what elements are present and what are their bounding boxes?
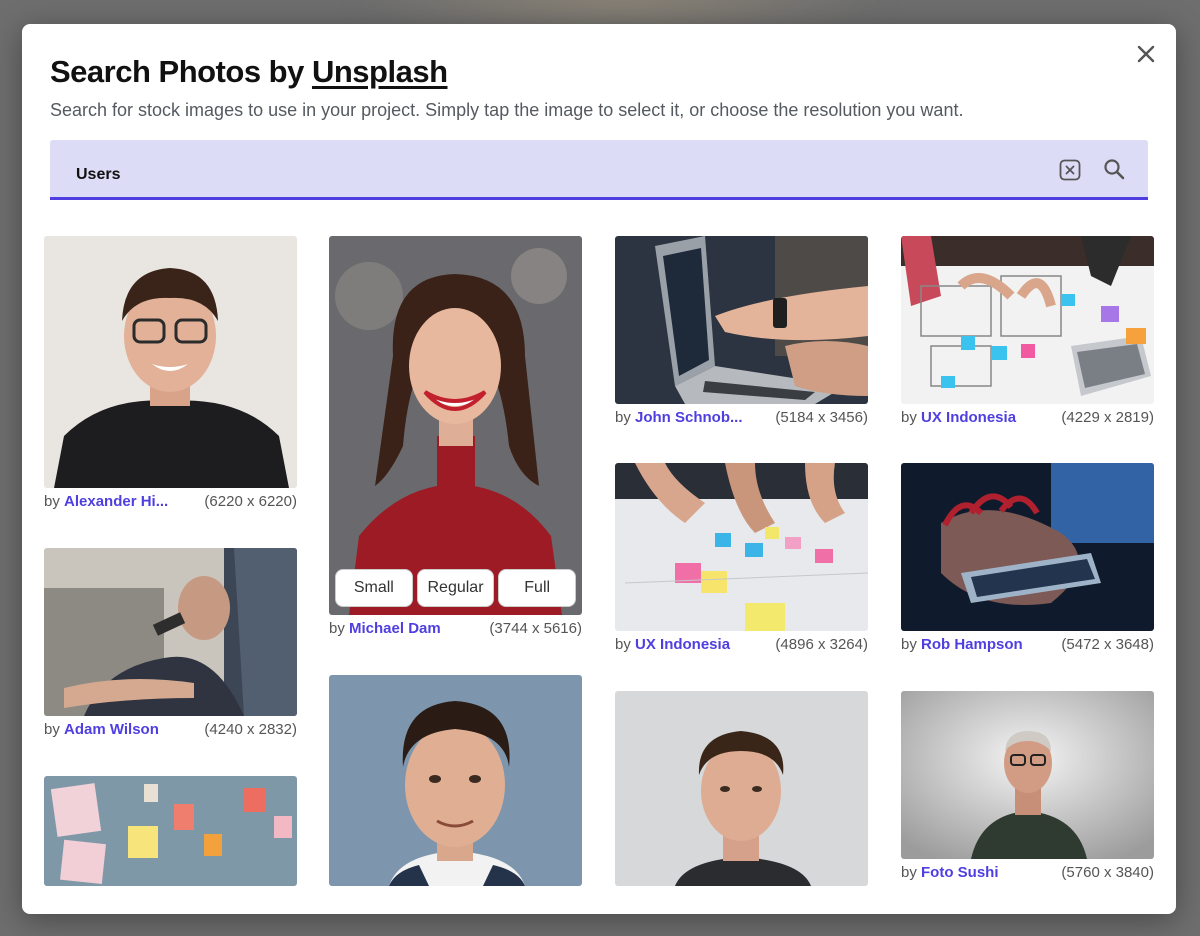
photo-image[interactable] <box>329 675 582 886</box>
photo-dimensions: (6220 x 6220) <box>204 492 297 510</box>
author-link[interactable]: Alexander Hi... <box>64 493 168 510</box>
regular-resolution-button[interactable]: Regular <box>416 569 495 607</box>
photo-dimensions: (5184 x 3456) <box>775 408 868 426</box>
photo-dimensions: (3744 x 5616) <box>489 619 582 637</box>
clear-search-button[interactable] <box>1058 158 1082 182</box>
author-link[interactable]: Adam Wilson <box>64 721 159 738</box>
search-bar <box>50 140 1148 200</box>
full-resolution-button[interactable]: Full <box>498 569 577 607</box>
photo-card[interactable]: by Rob Hampson (5472 x 3648) <box>901 463 1154 657</box>
photo-caption: by Michael Dam (3744 x 5616) <box>329 619 582 637</box>
photo-card[interactable] <box>615 691 868 886</box>
photo-dimensions: (4229 x 2819) <box>1061 408 1154 426</box>
author-link[interactable]: John Schnob... <box>635 409 743 426</box>
dialog-subtitle: Search for stock images to use in your p… <box>50 100 964 120</box>
photo-image[interactable] <box>44 776 297 886</box>
photo-card[interactable]: by UX Indonesia (4896 x 3264) <box>615 463 868 657</box>
photo-image[interactable] <box>901 691 1154 859</box>
photo-card[interactable]: by Adam Wilson (4240 x 2832) <box>44 548 297 742</box>
photo-image[interactable] <box>901 463 1154 631</box>
dialog-header: Search Photos by Unsplash Search for sto… <box>50 54 1148 121</box>
photo-card[interactable] <box>44 776 297 886</box>
photo-image[interactable] <box>615 463 868 631</box>
photo-card[interactable]: by Alexander Hi... (6220 x 6220) <box>44 236 297 514</box>
photo-image[interactable] <box>615 691 868 886</box>
author-link[interactable]: UX Indonesia <box>635 636 730 653</box>
photo-card[interactable]: by John Schnob... (5184 x 3456) <box>615 236 868 430</box>
dialog-title: Search Photos by Unsplash <box>50 54 1148 90</box>
search-input[interactable] <box>76 162 976 188</box>
photo-caption: by UX Indonesia (4896 x 3264) <box>615 635 868 653</box>
photo-dimensions: (4240 x 2832) <box>204 720 297 738</box>
small-resolution-button[interactable]: Small <box>335 569 413 607</box>
photo-card[interactable]: Small Regular Full by Michael Dam (3744 … <box>329 236 582 641</box>
author-link[interactable]: Rob Hampson <box>921 636 1023 653</box>
photo-grid: by Alexander Hi... (6220 x 6220) by Adam… <box>44 236 1154 886</box>
photo-caption: by Rob Hampson (5472 x 3648) <box>901 635 1154 653</box>
author-link[interactable]: Michael Dam <box>349 620 441 637</box>
clear-search-icon <box>1059 159 1081 181</box>
photo-dimensions: (4896 x 3264) <box>775 635 868 653</box>
photo-caption: by UX Indonesia (4229 x 2819) <box>901 408 1154 426</box>
photo-image[interactable]: Small Regular Full <box>329 236 582 615</box>
author-link[interactable]: Foto Sushi <box>921 864 999 881</box>
title-prefix: Search Photos by <box>50 54 312 89</box>
author-link[interactable]: UX Indonesia <box>921 409 1016 426</box>
photo-caption: by Foto Sushi (5760 x 3840) <box>901 863 1154 881</box>
photo-caption: by Alexander Hi... (6220 x 6220) <box>44 492 297 510</box>
search-button[interactable] <box>1102 157 1126 181</box>
photo-card[interactable] <box>329 675 582 886</box>
photo-dimensions: (5760 x 3840) <box>1061 863 1154 881</box>
photo-caption: by Adam Wilson (4240 x 2832) <box>44 720 297 738</box>
unsplash-link[interactable]: Unsplash <box>312 54 448 89</box>
photo-card[interactable]: by Foto Sushi (5760 x 3840) <box>901 691 1154 885</box>
photo-image[interactable] <box>901 236 1154 404</box>
search-icon <box>1104 159 1125 180</box>
photo-image[interactable] <box>44 236 297 488</box>
photo-image[interactable] <box>615 236 868 404</box>
unsplash-search-dialog: Search Photos by Unsplash Search for sto… <box>22 24 1176 914</box>
photo-image[interactable] <box>44 548 297 716</box>
photo-dimensions: (5472 x 3648) <box>1061 635 1154 653</box>
resolution-buttons: Small Regular Full <box>335 569 577 607</box>
photo-caption: by John Schnob... (5184 x 3456) <box>615 408 868 426</box>
photo-card[interactable]: by UX Indonesia (4229 x 2819) <box>901 236 1154 430</box>
